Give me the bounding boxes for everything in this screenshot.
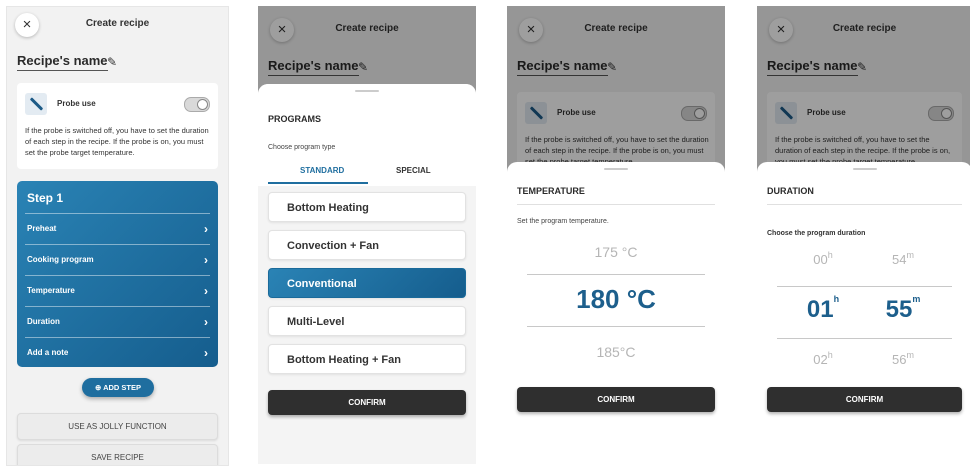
add-step-label: ADD STEP bbox=[103, 383, 142, 392]
minutes-option[interactable]: 56m bbox=[881, 350, 925, 367]
step-row-label: Temperature bbox=[27, 286, 75, 295]
add-step-button[interactable]: ⊕ ADD STEP bbox=[82, 378, 154, 397]
sheet-subtitle: Choose program type bbox=[268, 144, 336, 151]
chevron-right-icon: › bbox=[204, 222, 208, 236]
hours-option[interactable]: 00h bbox=[801, 250, 845, 267]
probe-toggle[interactable] bbox=[184, 97, 210, 112]
step-row-label: Duration bbox=[27, 317, 60, 326]
picker-divider bbox=[777, 286, 952, 287]
duration-screen: × Create recipe Recipe's name ✎ Probe us… bbox=[757, 6, 970, 464]
step-card: Step 1 Preheat › Cooking program › Tempe… bbox=[17, 181, 218, 367]
duration-sheet: DURATION Choose the program duration 00h… bbox=[757, 162, 970, 464]
picker-divider bbox=[777, 338, 952, 339]
probe-card: Probe use If the probe is switched off, … bbox=[17, 83, 218, 169]
probe-icon bbox=[25, 93, 47, 115]
program-item-selected[interactable]: Conventional bbox=[268, 268, 466, 298]
sheet-title: PROGRAMS bbox=[268, 114, 322, 124]
programs-screen: × Create recipe Recipe's name ✎ PROGRAMS… bbox=[258, 6, 476, 464]
temperature-selected[interactable]: 180 °C bbox=[507, 284, 725, 315]
jolly-function-button[interactable]: USE AS JOLLY FUNCTION bbox=[17, 413, 218, 440]
program-item[interactable]: Bottom Heating + Fan bbox=[268, 344, 466, 374]
recipe-name-field[interactable]: Recipe's name bbox=[17, 53, 108, 71]
chevron-right-icon: › bbox=[204, 284, 208, 298]
sheet-handle[interactable] bbox=[355, 90, 379, 92]
step-title: Step 1 bbox=[27, 191, 64, 205]
program-item[interactable]: Convection + Fan bbox=[268, 230, 466, 260]
confirm-button[interactable]: CONFIRM bbox=[517, 387, 715, 412]
hours-option[interactable]: 02h bbox=[801, 350, 845, 367]
sheet-subtitle: Set the program temperature. bbox=[517, 218, 609, 225]
sheet-subtitle: Choose the program duration bbox=[767, 230, 866, 237]
sheet-handle[interactable] bbox=[604, 168, 628, 170]
temperature-sheet: TEMPERATURE Set the program temperature.… bbox=[507, 162, 725, 464]
chevron-right-icon: › bbox=[204, 315, 208, 329]
programs-sheet: PROGRAMS Choose program type STANDARD SP… bbox=[258, 84, 476, 464]
chevron-right-icon: › bbox=[204, 346, 208, 360]
sheet-handle[interactable] bbox=[852, 168, 877, 170]
minutes-selected[interactable]: 55m bbox=[877, 294, 929, 324]
probe-description: If the probe is switched off, you have t… bbox=[25, 126, 209, 157]
confirm-button[interactable]: CONFIRM bbox=[268, 390, 466, 415]
create-recipe-screen: × Create recipe Recipe's name ✎ Probe us… bbox=[6, 6, 229, 466]
picker-divider bbox=[527, 326, 705, 327]
step-row-label: Add a note bbox=[27, 348, 69, 357]
tab-standard[interactable]: STANDARD bbox=[300, 166, 344, 175]
temperature-screen: × Create recipe Recipe's name ✎ Probe us… bbox=[507, 6, 725, 464]
hours-selected[interactable]: 01h bbox=[797, 294, 849, 324]
add-circle-icon: ⊕ bbox=[94, 383, 102, 392]
probe-label: Probe use bbox=[57, 99, 96, 108]
step-row-temperature[interactable]: Temperature › bbox=[25, 275, 210, 306]
step-row-preheat[interactable]: Preheat › bbox=[25, 213, 210, 244]
step-row-duration[interactable]: Duration › bbox=[25, 306, 210, 337]
program-item[interactable]: Multi-Level bbox=[268, 306, 466, 336]
sheet-title: TEMPERATURE bbox=[517, 186, 585, 196]
pencil-icon[interactable]: ✎ bbox=[107, 55, 117, 69]
chevron-right-icon: › bbox=[204, 253, 208, 267]
picker-divider bbox=[527, 274, 705, 275]
step-row-cooking-program[interactable]: Cooking program › bbox=[25, 244, 210, 275]
temperature-option[interactable]: 175 °C bbox=[507, 244, 725, 260]
confirm-button[interactable]: CONFIRM bbox=[767, 387, 962, 412]
sheet-title: DURATION bbox=[767, 186, 814, 196]
tab-special[interactable]: SPECIAL bbox=[396, 166, 431, 175]
program-item[interactable]: Bottom Heating bbox=[268, 192, 466, 222]
step-row-label: Cooking program bbox=[27, 255, 94, 264]
save-recipe-button[interactable]: SAVE RECIPE bbox=[17, 444, 218, 465]
step-row-add-note[interactable]: Add a note › bbox=[25, 337, 210, 368]
minutes-option[interactable]: 54m bbox=[881, 250, 925, 267]
screen-title: Create recipe bbox=[85, 18, 150, 29]
step-row-label: Preheat bbox=[27, 224, 57, 233]
temperature-option[interactable]: 185°C bbox=[507, 344, 725, 360]
